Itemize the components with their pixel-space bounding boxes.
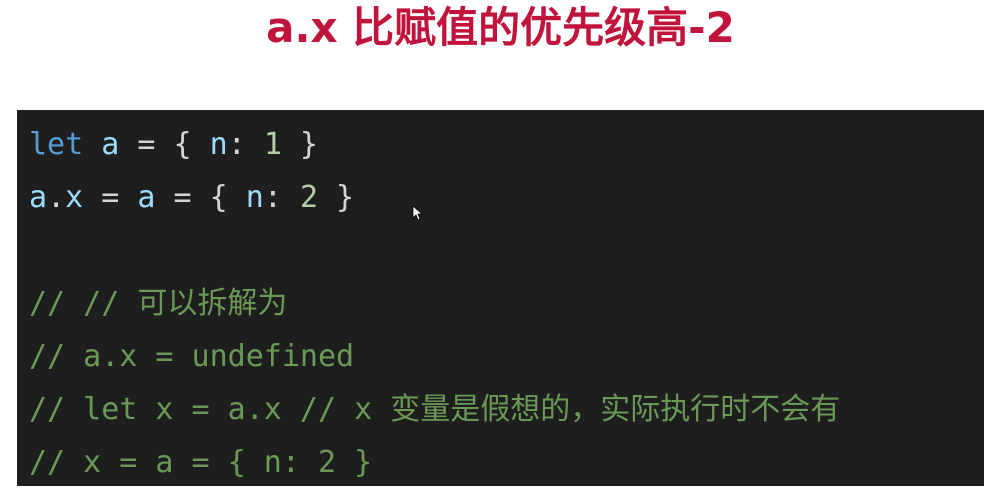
mouse-pointer-icon (412, 205, 422, 221)
operator: = { (155, 180, 246, 215)
property-x: x (65, 180, 84, 215)
slide-title: a.x 比赋值的优先级高-2 (266, 3, 735, 52)
number-literal: 2 (299, 180, 318, 215)
dot: . (47, 180, 66, 215)
keyword-let: let (29, 127, 84, 162)
variable-a: a (101, 127, 120, 162)
colon: : (263, 180, 300, 215)
code-comment-line: // a.x = undefined (29, 339, 355, 374)
operator: = (83, 180, 138, 215)
colon: : (227, 127, 264, 162)
code-line-3-empty (29, 224, 984, 277)
code-comment-line: // x = a = { n: 2 } (29, 445, 373, 480)
code-comment-line: // let x = a.x // x 变量是假想的，实际执行时不会有 (29, 392, 841, 427)
closing-brace: } (281, 127, 318, 162)
number-literal: 1 (263, 127, 282, 162)
code-comment-line: // // 可以拆解为 (29, 286, 288, 321)
code-line-1: let a = { n: 1 } (29, 118, 984, 171)
property-n: n (209, 127, 228, 162)
code-editor-panel: let a = { n: 1 } a.x = a = { n: 2 } // /… (17, 110, 984, 486)
code-line-2: a.x = a = { n: 2 } (29, 171, 984, 224)
operator: = { (119, 127, 210, 162)
variable-a: a (29, 180, 48, 215)
closing-brace: } (318, 180, 355, 215)
property-n: n (245, 180, 264, 215)
variable-a: a (137, 180, 156, 215)
